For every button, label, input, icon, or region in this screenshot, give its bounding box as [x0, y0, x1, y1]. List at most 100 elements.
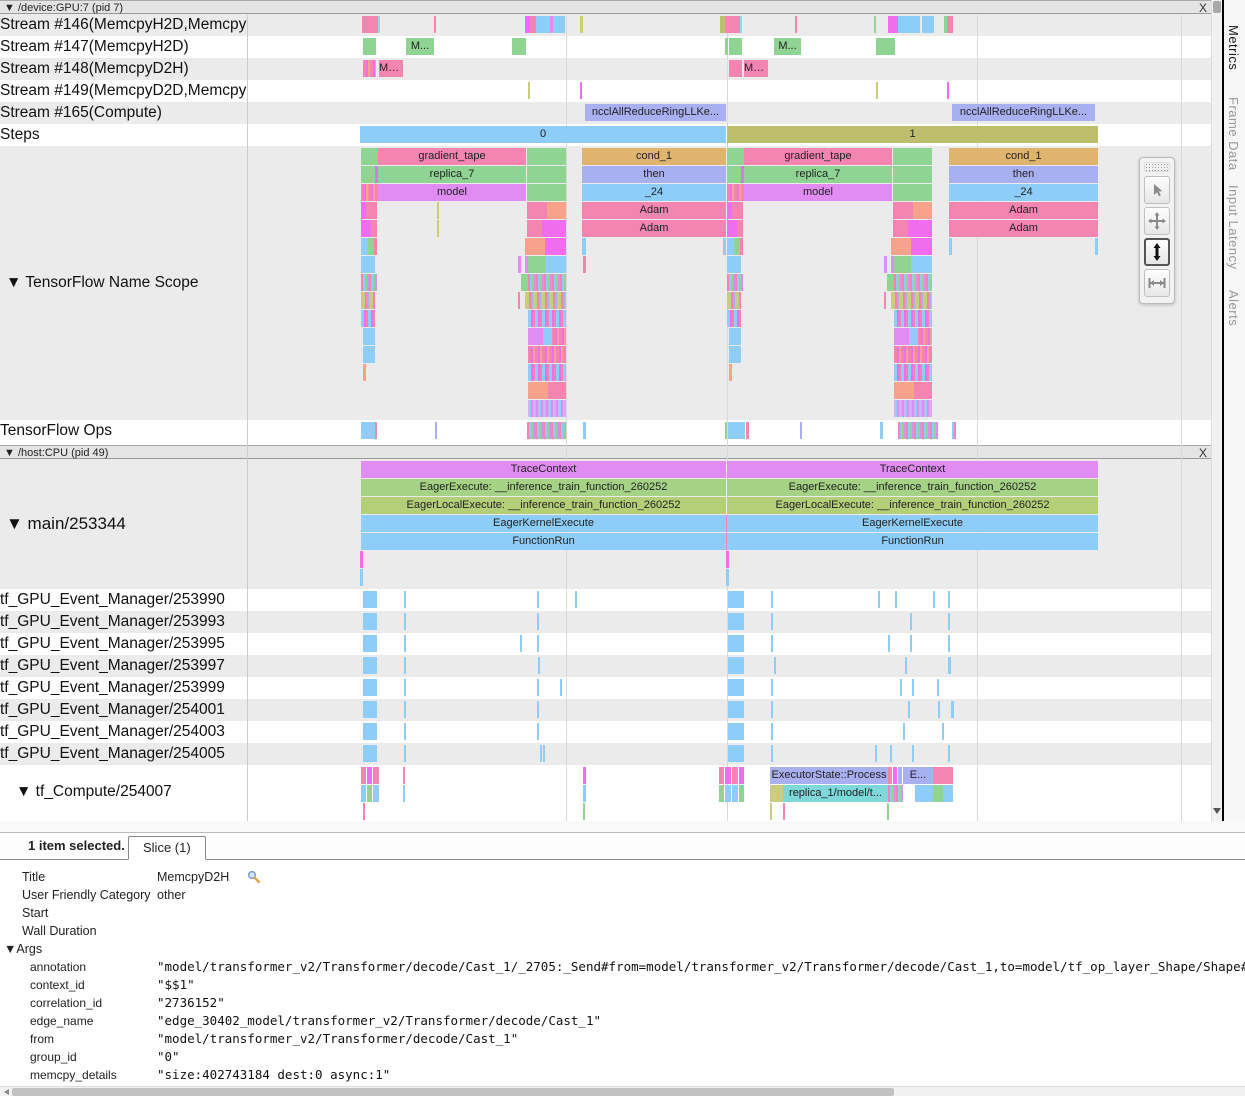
trace-event-bar[interactable]	[363, 679, 377, 696]
trace-event-bar[interactable]	[910, 635, 912, 652]
trace-event-bar[interactable]	[894, 256, 911, 273]
trace-event-bar[interactable]	[437, 202, 439, 219]
trace-event-bar[interactable]: Mem	[379, 60, 403, 77]
trace-event-bar[interactable]	[770, 785, 783, 802]
trace-event-bar[interactable]	[771, 635, 773, 652]
trace-event-bar[interactable]: ncclAllReduceRingLLKe...	[585, 104, 726, 121]
trace-event-bar[interactable]	[367, 785, 372, 802]
trace-event-bar[interactable]	[560, 679, 562, 696]
trace-event-bar[interactable]	[374, 238, 377, 255]
trace-event-bar[interactable]	[363, 745, 377, 762]
trace-event-bar[interactable]	[527, 202, 547, 219]
trace-event-bar[interactable]: model	[378, 184, 526, 201]
search-icon[interactable]	[247, 870, 260, 883]
trace-event-bar[interactable]	[891, 238, 911, 255]
trace-event-bar[interactable]	[893, 220, 908, 237]
trace-event-bar[interactable]	[728, 723, 744, 740]
trace-event-bar[interactable]	[527, 148, 566, 165]
trace-event-bar[interactable]	[582, 238, 585, 255]
selection-tool-button[interactable]	[1144, 176, 1170, 204]
tab-metrics[interactable]: Metrics	[1226, 25, 1241, 70]
trace-event-bar[interactable]	[528, 310, 566, 327]
trace-event-bar[interactable]	[922, 16, 934, 33]
trace-event-bar[interactable]	[583, 767, 586, 784]
trace-event-bar[interactable]	[520, 635, 522, 652]
trace-event-bar[interactable]	[548, 382, 566, 399]
trace-event-bar[interactable]	[795, 16, 797, 33]
trace-event-bar[interactable]: M...	[774, 38, 801, 55]
trace-event-bar[interactable]	[363, 701, 377, 718]
trace-event-bar[interactable]	[726, 551, 729, 568]
trace-event-bar[interactable]	[528, 382, 548, 399]
trace-event-bar[interactable]	[770, 803, 772, 820]
trace-event-bar[interactable]	[910, 613, 912, 630]
trace-event-bar[interactable]	[908, 220, 932, 237]
trace-event-bar[interactable]: replica_1/model/t...	[783, 785, 888, 802]
trace-event-bar[interactable]: 1	[727, 126, 1098, 143]
trace-event-bar[interactable]	[403, 767, 405, 784]
trace-event-bar[interactable]	[894, 310, 932, 327]
trace-event-bar[interactable]	[363, 60, 376, 77]
trace-event-bar[interactable]	[404, 635, 406, 652]
trace-event-bar[interactable]	[800, 422, 802, 439]
trace-event-bar[interactable]: cond_1	[582, 148, 726, 165]
trace-event-bar[interactable]	[361, 148, 378, 165]
trace-event-bar[interactable]	[951, 701, 954, 718]
trace-event-bar[interactable]	[527, 166, 566, 183]
trace-event-bar[interactable]: EagerLocalExecute: __inference_train_fun…	[361, 497, 726, 514]
trace-event-bar[interactable]	[728, 679, 744, 696]
trace-event-bar[interactable]	[528, 364, 566, 381]
track-label[interactable]: ▼ main/253344	[0, 459, 253, 589]
trace-event-bar[interactable]	[727, 148, 744, 165]
trace-event-bar[interactable]	[361, 238, 368, 255]
trace-event-bar[interactable]	[893, 202, 913, 219]
trace-event-bar[interactable]	[894, 364, 932, 381]
trace-event-bar[interactable]	[719, 767, 724, 784]
trace-event-bar[interactable]	[553, 16, 565, 33]
trace-event-bar[interactable]	[528, 346, 566, 363]
trace-event-bar[interactable]	[363, 346, 375, 363]
trace-event-bar[interactable]	[746, 422, 749, 439]
trace-event-bar[interactable]	[537, 679, 539, 696]
trace-event-bar[interactable]	[771, 701, 773, 718]
trace-event-bar[interactable]	[894, 400, 932, 417]
slice-tab[interactable]: Slice (1)	[128, 836, 206, 860]
trace-event-bar[interactable]	[373, 785, 379, 802]
trace-event-bar[interactable]	[933, 591, 935, 608]
trace-event-bar[interactable]	[739, 767, 744, 784]
trace-event-bar[interactable]	[723, 238, 726, 255]
trace-event-bar[interactable]	[893, 148, 932, 165]
trace-event-bar[interactable]	[545, 238, 566, 255]
trace-event-bar[interactable]	[942, 723, 944, 740]
trace-event-bar[interactable]	[547, 202, 566, 219]
trace-event-bar[interactable]: Adam	[582, 202, 726, 219]
gpu-section-header[interactable]: ▼ /device:GPU:7 (pid 7) X	[0, 0, 1211, 14]
tab-frame-data[interactable]: Frame Data	[1226, 97, 1241, 171]
host-section-header[interactable]: ▼ /host:CPU (pid 49) X	[0, 445, 1211, 459]
trace-event-bar[interactable]: E...	[903, 767, 933, 784]
trace-event-bar[interactable]	[887, 274, 894, 291]
trace-vertical-scrollbar[interactable]	[1211, 0, 1222, 821]
trace-event-bar[interactable]: Mem	[744, 60, 768, 77]
trace-event-bar[interactable]	[543, 745, 545, 762]
trace-event-bar[interactable]	[361, 274, 377, 291]
trace-event-bar[interactable]	[537, 701, 539, 718]
trace-event-bar[interactable]	[898, 767, 902, 784]
zoom-tool-button[interactable]	[1144, 238, 1170, 266]
trace-event-bar[interactable]	[583, 785, 586, 802]
trace-event-bar[interactable]: gradient_tape	[378, 148, 526, 165]
trace-event-bar[interactable]	[552, 328, 566, 345]
trace-event-bar[interactable]	[729, 38, 742, 55]
trace-event-bar[interactable]	[727, 166, 741, 183]
trace-event-bar[interactable]	[363, 38, 376, 55]
trace-event-bar[interactable]	[363, 328, 375, 345]
trace-event-bar[interactable]	[404, 679, 406, 696]
trace-event-bar[interactable]	[948, 745, 950, 762]
trace-event-bar[interactable]	[737, 220, 743, 237]
trace-event-bar[interactable]	[725, 16, 740, 33]
trace-event-bar[interactable]	[912, 745, 914, 762]
trace-event-bar[interactable]	[404, 591, 406, 608]
trace-event-bar[interactable]	[528, 256, 545, 273]
trace-event-bar[interactable]	[898, 422, 938, 439]
trace-event-bar[interactable]: _24	[949, 184, 1098, 201]
